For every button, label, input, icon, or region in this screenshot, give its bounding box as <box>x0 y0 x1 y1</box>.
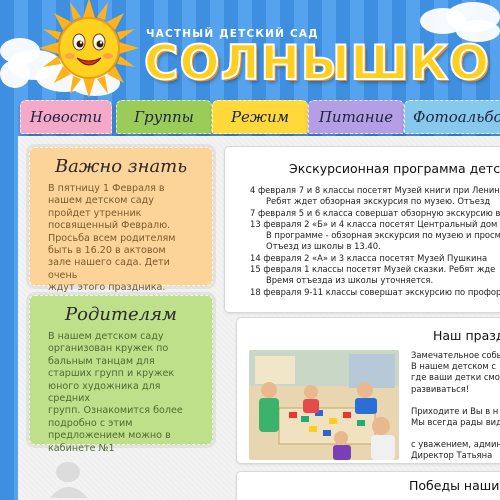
excursion-line: Ребят ждет обзорная экскурсия по музею. … <box>266 196 491 207</box>
holiday-line: Директор Татьяна <box>411 450 493 461</box>
excursions-title: Экскурсионная программа детс <box>289 161 500 176</box>
holiday-text: Замечательное собы В нашем детском с где… <box>411 350 500 462</box>
achievements-panel: Победы наших <box>237 472 500 500</box>
excursion-line: 14 февраля 2 «А» и 3 класса посетят Музе… <box>250 252 488 263</box>
main-nav: Новости Группы Режим Питание Фотоальбом <box>20 100 500 136</box>
nav-tab-label: Питание <box>318 108 394 126</box>
nav-tab-food[interactable]: Питание <box>308 100 404 134</box>
site-title: СОЛНЫШКО <box>143 35 490 92</box>
holiday-panel: Наш праздн <box>237 318 500 463</box>
important-line: посвященный Февралю. <box>48 220 171 232</box>
parents-card-text: В нашем детском саду организован кружек … <box>30 331 212 455</box>
holiday-line: Замечательное собы <box>411 350 500 360</box>
important-line: Просьба всем родителям <box>48 232 176 244</box>
parents-line: групп. Ознакомится более <box>48 405 183 417</box>
excursion-line: 7 февраля 5 и 6 класса совершат обзорную… <box>250 207 500 218</box>
excursion-line: 13 февраля 2 «Б» и 4 класса посетят Цент… <box>250 218 498 229</box>
nav-tab-label: Новости <box>29 108 103 126</box>
parents-line: предложением можно в <box>48 430 171 442</box>
important-line: зале нашего сада. Дети очень <box>48 257 170 281</box>
excursion-line: Отъезд из школы в 13.40. <box>266 241 381 252</box>
achievements-title: Победы наших <box>409 478 500 493</box>
parents-line: кабинете №1 <box>48 442 115 454</box>
parents-line: юного художника для средних <box>48 380 161 405</box>
content-area: Важно знать В пятницу 1 Февраля в нашем … <box>18 136 500 500</box>
parents-card: Родителям В нашем детском саду организов… <box>29 295 213 454</box>
parents-line: старших групп и кружек <box>48 368 175 380</box>
important-card: Важно знать В пятницу 1 Февраля в нашем … <box>29 147 213 293</box>
holiday-line: Мы всегда рады вид <box>411 417 500 428</box>
parents-line: В нашем детском саду <box>48 331 164 342</box>
important-line: ждут этого праздника. <box>48 282 166 294</box>
excursion-line: 18 февраля 9-11 классы совершат экскурси… <box>250 286 500 297</box>
holiday-line: развиваться! <box>411 383 470 394</box>
important-line: быть в 16.20 в актовом <box>48 245 166 257</box>
holiday-line: где ваши детки смо <box>411 372 500 383</box>
nav-tab-label: Фотоальбом <box>413 108 500 126</box>
nav-tab-label: Группы <box>134 108 194 126</box>
cloud <box>0 60 30 88</box>
sun-logo-icon <box>39 0 139 98</box>
important-line: В пятницу 1 Февраля в <box>48 183 165 194</box>
child-silhouette-icon <box>50 462 88 498</box>
holiday-line: Приходите и Вы в н <box>411 405 499 416</box>
holiday-line <box>411 395 500 406</box>
parents-line: подробно с этим <box>48 417 133 429</box>
holiday-title: Наш праздн <box>433 328 500 343</box>
holiday-line: В нашем детском с <box>411 361 497 372</box>
nav-tab-photo-album[interactable]: Фотоальбом <box>404 100 500 134</box>
nav-tab-groups[interactable]: Группы <box>116 100 212 134</box>
holiday-line: с уважением, админ <box>411 439 500 450</box>
important-line: пройдет утренник <box>48 207 142 219</box>
nav-tab-news[interactable]: Новости <box>20 100 112 134</box>
excursion-line: 15 февраля 1 классы посетят Музей сказки… <box>250 264 496 275</box>
holiday-line <box>411 428 500 439</box>
excursion-line: В программе - обзорная экскурсия по музе… <box>266 230 500 241</box>
parents-line: организован кружек по <box>48 343 169 355</box>
parents-line: бальным танцам для <box>48 355 155 367</box>
kids-playing-photo <box>249 350 399 460</box>
nav-tab-label: Режим <box>230 108 290 126</box>
important-line: нашем детском саду <box>48 195 154 207</box>
excursions-list: 4 февраля 7 и 8 классы посетят Музей кни… <box>250 185 500 298</box>
excursion-line: Время отъезда из школы уточняется. <box>266 275 434 286</box>
nav-tab-schedule[interactable]: Режим <box>212 100 308 134</box>
parents-card-title: Родителям <box>65 304 177 325</box>
important-card-text: В пятницу 1 Февраля в нашем детском саду… <box>30 183 212 295</box>
kids-playing-photo-illustration <box>249 350 399 460</box>
excursions-panel: Экскурсионная программа детс 4 февраля 7… <box>225 147 500 312</box>
important-card-title: Важно знать <box>54 156 188 177</box>
excursion-line: 4 февраля 7 и 8 классы посетят Музей кни… <box>250 185 500 195</box>
